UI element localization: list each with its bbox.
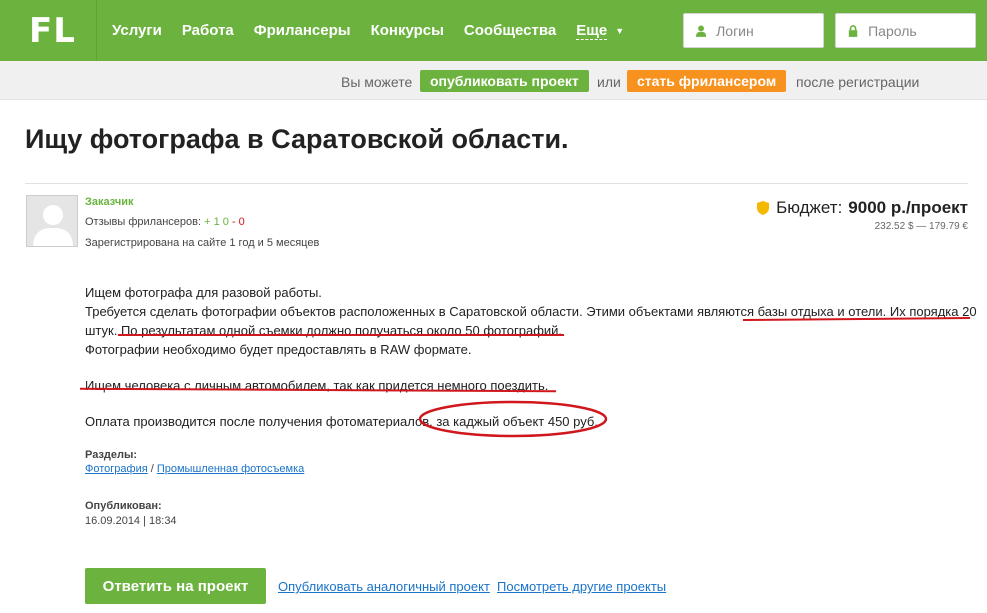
password-input[interactable] bbox=[868, 22, 975, 39]
sections-label: Разделы: bbox=[85, 449, 138, 461]
registration-age: Зарегистрирована на сайте 1 год и 5 меся… bbox=[85, 237, 320, 249]
freelancer-reviews: Отзывы фрилансеров: + 1 0 - 0 bbox=[85, 216, 245, 228]
budget-amount: 9000 р./проект bbox=[848, 198, 968, 217]
reviews-label: Отзывы фрилансеров: bbox=[85, 216, 202, 228]
avatar[interactable] bbox=[26, 195, 78, 247]
nav-item-services[interactable]: Услуги bbox=[112, 22, 162, 39]
logo[interactable]: FL bbox=[29, 6, 89, 56]
become-freelancer-button[interactable]: стать фрилансером bbox=[627, 70, 787, 92]
published-date: 16.09.2014 | 18:34 bbox=[85, 515, 177, 527]
nav-item-communities[interactable]: Сообщества bbox=[464, 22, 556, 39]
shield-icon bbox=[757, 201, 770, 215]
nav-more-label: Еще bbox=[576, 21, 608, 40]
default-avatar-icon bbox=[27, 196, 77, 246]
section-link-photography[interactable]: Фотография bbox=[85, 463, 148, 475]
publish-project-button[interactable]: опубликовать проект bbox=[420, 70, 589, 92]
prompt-suffix: после регистрации bbox=[796, 74, 920, 90]
description-line: Ищем человека с личным автомобилем, так … bbox=[85, 378, 549, 393]
section-link-industrial-photo[interactable]: Промышленная фотосъемка bbox=[157, 463, 304, 475]
section-separator: / bbox=[147, 463, 157, 475]
view-other-projects-link[interactable]: Посмотреть другие проекты bbox=[497, 579, 666, 594]
description-line: Фотографии необходимо будет предоставлят… bbox=[85, 342, 472, 357]
prompt-or: или bbox=[597, 74, 621, 90]
login-field-wrapper bbox=[683, 13, 824, 48]
page-title: Ищу фотографа в Саратовской области. bbox=[25, 124, 569, 154]
description-line: Ищем фотографа для разовой работы. bbox=[85, 285, 322, 300]
reviews-neutral[interactable]: 0 bbox=[223, 216, 229, 228]
password-field-wrapper bbox=[835, 13, 976, 48]
top-bar: FL Услуги Работа Фрилансеры Конкурсы Соо… bbox=[0, 0, 987, 61]
nav-item-contests[interactable]: Конкурсы bbox=[371, 22, 444, 39]
lock-icon bbox=[848, 24, 858, 37]
login-input[interactable] bbox=[716, 22, 823, 39]
reviews-positive[interactable]: + 1 bbox=[204, 216, 220, 228]
budget-label: Бюджет: bbox=[776, 198, 843, 217]
prompt-prefix: Вы можете bbox=[341, 74, 413, 90]
reply-to-project-button[interactable]: Ответить на проект bbox=[85, 568, 266, 604]
registration-prompt-bar: Вы можете опубликовать проект или стать … bbox=[0, 61, 987, 100]
author-name[interactable]: Заказчик bbox=[85, 196, 133, 208]
budget-conversion: 232.52 $ — 179.79 € bbox=[874, 221, 968, 232]
publish-similar-link[interactable]: Опубликовать аналогичный проект bbox=[278, 579, 490, 594]
budget: Бюджет: 9000 р./проект bbox=[757, 198, 968, 218]
user-icon bbox=[696, 25, 707, 37]
chevron-down-icon: ▼ bbox=[615, 25, 625, 36]
nav-more-dropdown[interactable]: Еще ▼ bbox=[576, 22, 624, 40]
underline-markup bbox=[118, 334, 564, 336]
section-links: Фотография / Промышленная фотосъемка bbox=[85, 463, 304, 475]
circle-markup bbox=[418, 400, 608, 438]
divider bbox=[25, 183, 968, 184]
reviews-negative[interactable]: - 0 bbox=[232, 216, 245, 228]
nav-item-freelancers[interactable]: Фрилансеры bbox=[254, 22, 351, 39]
main-nav: Услуги Работа Фрилансеры Конкурсы Сообще… bbox=[112, 0, 624, 61]
published-label: Опубликован: bbox=[85, 500, 162, 512]
logo-divider bbox=[96, 0, 97, 61]
nav-item-work[interactable]: Работа bbox=[182, 22, 234, 39]
description-line: штук. По результатам одной съемки должно… bbox=[85, 323, 563, 338]
